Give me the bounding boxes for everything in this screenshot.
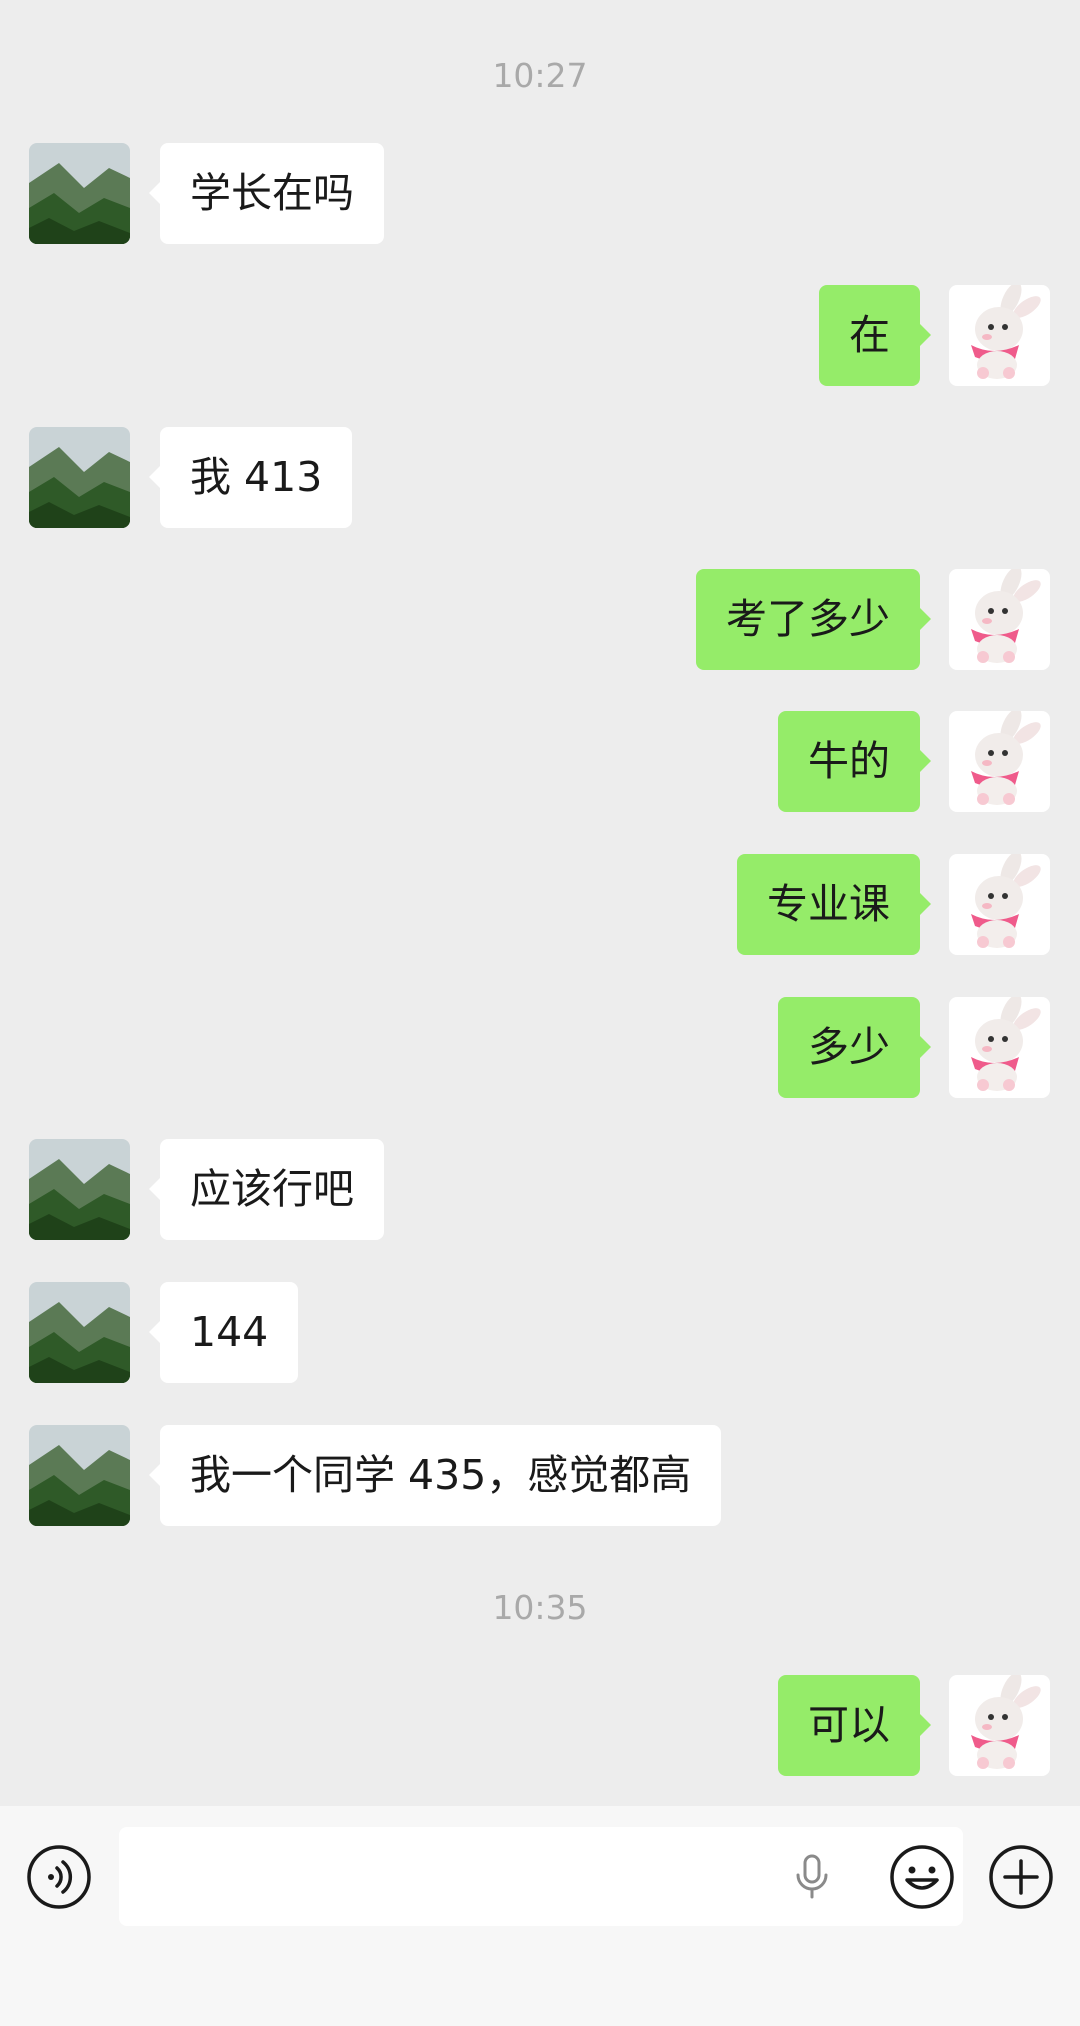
own-avatar[interactable] bbox=[949, 997, 1050, 1098]
voice-mode-button[interactable] bbox=[26, 1844, 92, 1910]
emoji-icon bbox=[890, 1845, 954, 1909]
message-input[interactable] bbox=[119, 1827, 963, 1926]
contact-avatar[interactable] bbox=[29, 1425, 130, 1526]
outgoing-message-bubble[interactable]: 牛的 bbox=[778, 711, 931, 812]
bunny-avatar-image bbox=[949, 854, 1050, 955]
microphone-button[interactable] bbox=[789, 1853, 835, 1899]
timestamp: 10:27 bbox=[492, 56, 588, 95]
outgoing-message-bubble[interactable]: 在 bbox=[819, 285, 931, 386]
chat-input-bar bbox=[0, 1806, 1080, 2026]
own-avatar[interactable] bbox=[949, 711, 1050, 812]
bunny-avatar-image bbox=[949, 1675, 1050, 1776]
outgoing-message-bubble[interactable]: 多少 bbox=[778, 997, 931, 1098]
timestamp: 10:35 bbox=[492, 1588, 588, 1627]
voice-mode-icon bbox=[27, 1845, 91, 1909]
landscape-avatar-image bbox=[29, 1139, 130, 1240]
outgoing-message-bubble[interactable]: 考了多少 bbox=[696, 569, 931, 670]
contact-avatar[interactable] bbox=[29, 1139, 130, 1240]
contact-avatar[interactable] bbox=[29, 1282, 130, 1383]
own-avatar[interactable] bbox=[949, 854, 1050, 955]
incoming-message-bubble[interactable]: 我 413 bbox=[148, 427, 353, 528]
outgoing-message-bubble[interactable]: 专业课 bbox=[737, 854, 931, 955]
plus-icon bbox=[989, 1845, 1053, 1909]
contact-avatar[interactable] bbox=[29, 143, 130, 244]
microphone-icon bbox=[796, 1854, 828, 1899]
landscape-avatar-image bbox=[29, 1425, 130, 1526]
bunny-avatar-image bbox=[949, 997, 1050, 1098]
bunny-avatar-image bbox=[949, 569, 1050, 670]
more-options-button[interactable] bbox=[988, 1844, 1054, 1910]
bunny-avatar-image bbox=[949, 711, 1050, 812]
own-avatar[interactable] bbox=[949, 1675, 1050, 1776]
incoming-message-bubble[interactable]: 应该行吧 bbox=[149, 1139, 384, 1240]
bunny-avatar-image bbox=[949, 285, 1050, 386]
own-avatar[interactable] bbox=[949, 569, 1050, 670]
incoming-message-bubble[interactable]: 我一个同学 435，感觉都高 bbox=[148, 1425, 722, 1526]
landscape-avatar-image bbox=[29, 143, 130, 244]
landscape-avatar-image bbox=[29, 427, 130, 528]
own-avatar[interactable] bbox=[949, 285, 1050, 386]
landscape-avatar-image bbox=[29, 1282, 130, 1383]
emoji-button[interactable] bbox=[889, 1844, 955, 1910]
incoming-message-bubble[interactable]: 144 bbox=[148, 1282, 299, 1383]
contact-avatar[interactable] bbox=[29, 427, 130, 528]
incoming-message-bubble[interactable]: 学长在吗 bbox=[149, 143, 384, 244]
outgoing-message-bubble[interactable]: 可以 bbox=[778, 1675, 931, 1776]
